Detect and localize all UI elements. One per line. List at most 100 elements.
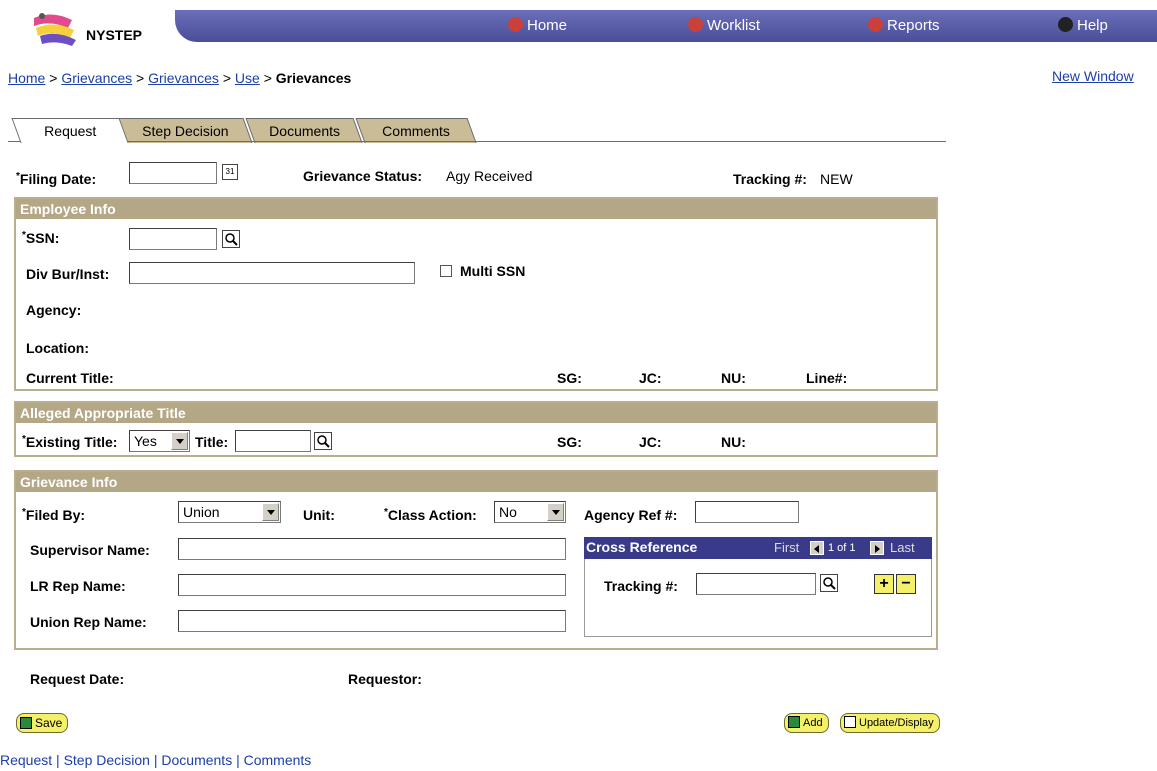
cross-ref-count: 1 of 1	[828, 542, 856, 554]
nystep-logo	[32, 12, 86, 46]
title-search-icon[interactable]	[314, 432, 332, 450]
nav-worklist-label: Worklist	[707, 17, 761, 34]
bottom-link-step-decision[interactable]: Step Decision	[64, 752, 150, 768]
class-action-label: *Class Action:	[384, 507, 477, 523]
ssn-label-text: SSN:	[25, 230, 60, 246]
tab-documents-label: Documents	[268, 123, 340, 139]
add-button-label: Add	[803, 717, 823, 729]
tab-documents[interactable]: Documents	[245, 118, 363, 143]
bottom-tab-links: Request | Step Decision | Documents | Co…	[0, 752, 311, 768]
lr-rep-name-label: LR Rep Name:	[30, 578, 126, 594]
filed-by-select[interactable]: Union	[178, 501, 281, 523]
bottom-link-comments[interactable]: Comments	[244, 752, 312, 768]
location-label: Location:	[26, 340, 89, 356]
tab-baseline	[8, 141, 946, 142]
bottom-link-documents[interactable]: Documents	[161, 752, 232, 768]
filed-by-label: *Filed By:	[22, 507, 86, 523]
agency-ref-input[interactable]	[695, 501, 799, 523]
calendar-icon[interactable]: 31	[222, 164, 238, 180]
update-display-button[interactable]: Update/Display	[840, 713, 940, 733]
emp-jc-label: JC:	[639, 370, 662, 386]
alleged-title-input[interactable]	[235, 430, 311, 452]
ssn-search-icon[interactable]	[222, 230, 240, 248]
div-bur-inst-label: Div Bur/Inst:	[26, 266, 110, 282]
breadcrumb-current: Grievances	[275, 70, 352, 86]
bottom-link-request[interactable]: Request	[0, 752, 52, 768]
breadcrumb-separator: >	[136, 70, 145, 86]
breadcrumb: Home > Grievances > Grievances > Use > G…	[8, 70, 351, 86]
emp-nu-label: NU:	[721, 370, 746, 386]
alleged-title-label: Title:	[195, 434, 229, 450]
nav-reports-label: Reports	[887, 17, 940, 34]
app-title: NYSTEP	[86, 27, 143, 43]
filed-by-value: Union	[183, 504, 220, 520]
filing-date-label: *Filing Date:	[16, 171, 97, 187]
tab-comments[interactable]: Comments	[355, 118, 477, 143]
help-icon	[1058, 17, 1073, 32]
existing-title-label: *Existing Title:	[22, 434, 118, 450]
alleged-title-header: Alleged Appropriate Title	[16, 403, 936, 423]
existing-title-select[interactable]: Yes	[129, 430, 190, 452]
nav-worklist[interactable]: Worklist	[688, 17, 760, 34]
add-button[interactable]: Add	[784, 713, 829, 733]
cross-ref-tracking-input[interactable]	[696, 573, 816, 595]
cross-ref-last[interactable]: Last	[890, 540, 915, 555]
ssn-input[interactable]	[129, 228, 217, 250]
tab-request-label: Request	[44, 123, 97, 139]
nav-reports[interactable]: Reports	[868, 17, 940, 34]
nav-help[interactable]: Help	[1058, 17, 1108, 34]
save-button[interactable]: Save	[16, 713, 69, 733]
tab-comments-label: Comments	[382, 123, 451, 139]
filing-date-label-text: Filing Date:	[19, 171, 97, 187]
breadcrumb-separator: >	[49, 70, 58, 86]
new-window-link[interactable]: New Window	[1052, 68, 1134, 84]
nav-home[interactable]: Home	[508, 17, 567, 34]
unit-label: Unit:	[303, 507, 335, 523]
breadcrumb-home[interactable]: Home	[8, 70, 45, 86]
breadcrumb-grievances-2[interactable]: Grievances	[148, 70, 219, 86]
filed-by-label-text: Filed By:	[25, 507, 86, 523]
breadcrumb-use[interactable]: Use	[235, 70, 260, 86]
requestor-label: Requestor:	[348, 671, 422, 687]
cross-ref-search-icon[interactable]	[820, 574, 838, 592]
reports-icon	[868, 17, 883, 32]
breadcrumb-grievances-1[interactable]: Grievances	[61, 70, 132, 86]
chevron-down-icon	[547, 503, 564, 521]
union-rep-name-input[interactable]	[178, 610, 566, 632]
class-action-select[interactable]: No	[494, 501, 566, 523]
tab-step-decision[interactable]: Step Decision	[117, 118, 253, 143]
cross-ref-first[interactable]: First	[774, 540, 799, 555]
request-date-label: Request Date:	[30, 671, 125, 687]
add-row-button[interactable]: +	[874, 574, 894, 594]
lr-rep-name-input[interactable]	[178, 574, 566, 596]
ssn-label: *SSN:	[22, 230, 60, 246]
next-arrow-icon[interactable]	[870, 541, 884, 555]
supervisor-name-input[interactable]	[178, 538, 566, 560]
update-display-icon	[844, 716, 856, 728]
tracking-label: Tracking #:	[733, 171, 807, 187]
multi-ssn-checkbox[interactable]	[440, 265, 452, 277]
nav-help-label: Help	[1077, 17, 1108, 34]
top-banner: NYSTEP Home Worklist Reports Help	[0, 0, 1157, 46]
top-nav-bar	[175, 10, 1157, 42]
link-divider: |	[232, 752, 244, 768]
existing-title-label-text: Existing Title:	[25, 434, 118, 450]
multi-ssn-label: Multi SSN	[460, 263, 526, 279]
class-action-label-text: Class Action:	[387, 507, 477, 523]
class-action-value: No	[499, 504, 517, 520]
emp-line-label: Line#:	[806, 370, 848, 386]
worklist-icon	[688, 17, 703, 32]
prev-arrow-icon[interactable]	[810, 541, 824, 555]
cross-reference-title: Cross Reference	[586, 539, 698, 555]
home-icon	[508, 17, 523, 32]
nav-home-label: Home	[527, 17, 568, 34]
breadcrumb-separator: >	[222, 70, 231, 86]
tab-request[interactable]: Request	[11, 118, 129, 143]
grievance-status-value: Agy Received	[446, 168, 533, 184]
div-bur-inst-input[interactable]	[129, 262, 415, 284]
existing-title-value: Yes	[134, 433, 157, 449]
filing-date-input[interactable]	[129, 162, 217, 184]
delete-row-button[interactable]: −	[896, 574, 916, 594]
save-icon	[20, 717, 32, 729]
grievance-info-header: Grievance Info	[16, 472, 936, 492]
